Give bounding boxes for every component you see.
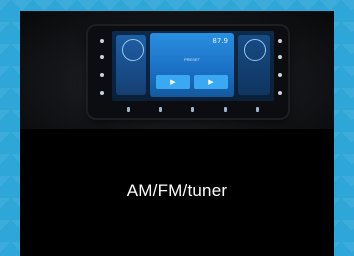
clock-icon [244, 39, 266, 61]
right-hard-button [278, 55, 282, 59]
bottom-bar-marker [256, 106, 260, 112]
right-hard-button [278, 73, 282, 77]
left-widget-tile [116, 35, 146, 95]
bottom-bar-marker [126, 106, 130, 112]
preset-label: PRESET [183, 57, 200, 62]
left-hard-button [100, 55, 104, 59]
feature-card: 87.9 PRESET ▶ ▶ AM/FM/tuner [20, 11, 334, 256]
right-hard-button [278, 91, 282, 95]
bottom-bar-marker [191, 106, 195, 112]
infotainment-screen: 87.9 PRESET ▶ ▶ [112, 31, 274, 101]
left-hard-button [100, 91, 104, 95]
bottom-bar-marker [223, 106, 227, 112]
bottom-bar-marker [159, 106, 163, 112]
feature-caption: AM/FM/tuner [126, 181, 228, 200]
tile-icon [122, 39, 144, 61]
frequency-readout: 87.9 [212, 37, 228, 45]
play-icon: ▶ [156, 75, 190, 89]
left-hard-button [100, 73, 104, 77]
radio-display-photo: 87.9 PRESET ▶ ▶ [20, 11, 334, 129]
right-widget-tile [238, 35, 270, 95]
left-hard-button [100, 39, 104, 43]
screen-bottom-bar [112, 103, 274, 115]
radio-controls: ▶ ▶ [156, 75, 228, 89]
play-icon: ▶ [194, 75, 228, 89]
radio-widget-tile: 87.9 PRESET ▶ ▶ [150, 33, 234, 97]
right-hard-button [278, 39, 282, 43]
